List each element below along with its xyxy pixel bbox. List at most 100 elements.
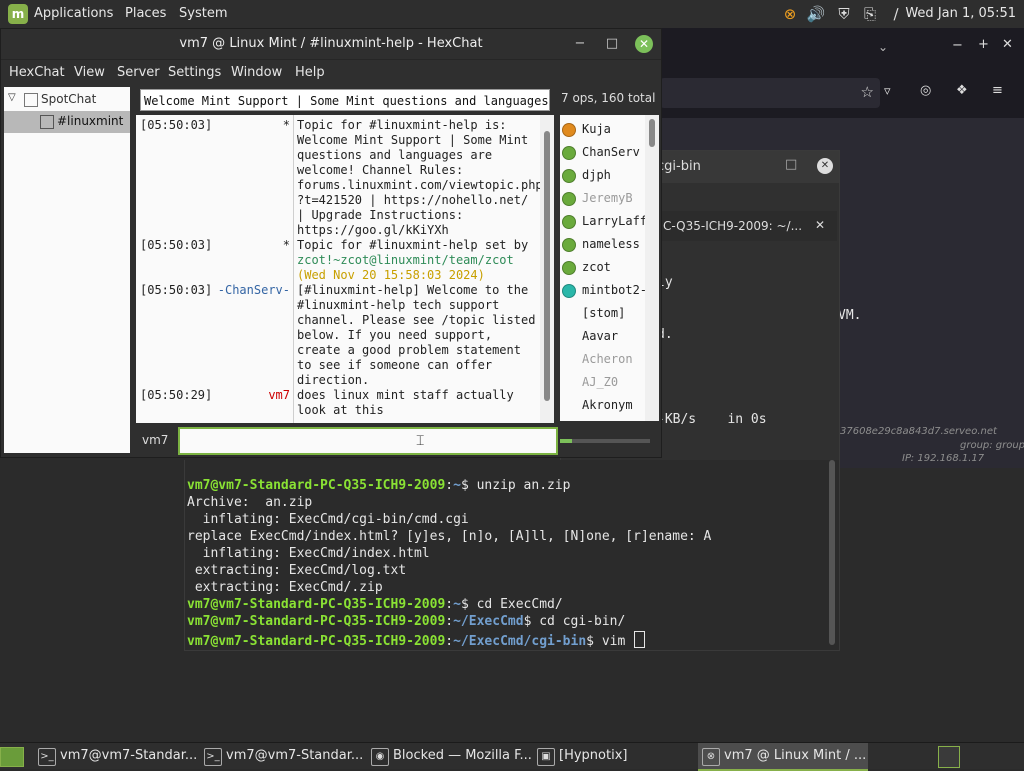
bg-text-vm: VM. — [838, 308, 862, 323]
user-status-icon — [562, 261, 576, 275]
maximize-icon[interactable]: □ — [785, 157, 797, 172]
user-list-item[interactable]: [stom] — [560, 303, 644, 325]
user-list-item[interactable]: JeremyB — [560, 188, 644, 210]
user-name: Acheron — [582, 352, 633, 366]
taskbar-item[interactable]: ▣ [Hypnotix] — [533, 743, 693, 769]
user-list-item[interactable]: mintbot2- — [560, 280, 645, 302]
taskbar-item[interactable]: ◉ Blocked — Mozilla F... — [367, 743, 532, 769]
menu-help[interactable]: Help — [295, 65, 325, 80]
user-list-item[interactable]: LarryLaff — [560, 211, 645, 233]
input-row: vm7 ⌶ — [136, 425, 656, 455]
taskbar-item-label: vm7@vm7-Standar... — [226, 748, 364, 763]
extensions-icon[interactable]: ❖ — [956, 83, 968, 98]
account-icon[interactable]: ◎ — [920, 83, 931, 98]
hexchat-menubar: HexChat View Server Settings Window Help — [1, 59, 661, 86]
workspace-switcher[interactable] — [938, 746, 960, 768]
menu-settings[interactable]: Settings — [168, 65, 221, 80]
terminal-line: extracting: ExecCmd/.zip — [187, 580, 383, 595]
terminal-line: vm7@vm7-Standard-PC-Q35-ICH9-2009:~$ cd … — [187, 597, 563, 612]
user-status-icon — [562, 146, 576, 160]
hypnotix-icon: ▣ — [537, 748, 555, 766]
menu-icon[interactable]: ≡ — [992, 83, 1003, 98]
taskbar-item[interactable]: >_ vm7@vm7-Standar... — [34, 743, 198, 769]
close-icon[interactable]: ✕ — [1002, 37, 1013, 52]
user-list-item[interactable]: Kuja — [560, 119, 644, 141]
user-list-scrollbar[interactable] — [645, 115, 659, 421]
taskbar-item-label: Blocked — Mozilla F... — [393, 748, 532, 763]
message-input[interactable] — [178, 427, 558, 455]
pocket-icon[interactable]: ▿ — [884, 84, 891, 99]
minimize-icon[interactable]: − — [952, 38, 963, 53]
tree-item-server[interactable]: ▽ SpotChat — [4, 89, 130, 111]
message-link[interactable]: zcot!~zcot@linuxmint/team/zcot — [297, 253, 514, 267]
chat-log[interactable]: [05:50:03] * Topic for #linuxmint-help i… — [136, 115, 540, 423]
close-tab-icon[interactable]: ✕ — [815, 218, 825, 232]
user-list-item[interactable]: AJ_Z0 — [560, 372, 644, 394]
clock[interactable]: Wed Jan 1, 05:51 — [905, 6, 1016, 21]
taskbar-item[interactable]: ⊗ vm7 @ Linux Mint / ... — [698, 743, 868, 771]
maximize-icon[interactable]: + — [978, 37, 989, 52]
firefox-urlbar[interactable]: ☆ — [660, 78, 880, 108]
update-warning-icon[interactable]: ⊗ — [780, 4, 800, 24]
bg-info-group: group: group1 — [960, 440, 1024, 451]
message-text: Topic for #linuxmint-help is: Welcome Mi… — [297, 118, 540, 237]
user-list-scrollbar-thumb[interactable] — [649, 119, 655, 147]
user-list-item[interactable]: Akronym — [560, 395, 644, 417]
menu-view[interactable]: View — [74, 65, 105, 80]
user-list-item[interactable]: zcot — [560, 257, 644, 279]
system-menu[interactable]: System — [179, 6, 227, 21]
tree-item-channel[interactable]: #linuxmint — [4, 111, 130, 133]
hexchat-titlebar[interactable]: vm7 @ Linux Mint / #linuxmint-help - Hex… — [1, 29, 661, 59]
terminal-line: vm7@vm7-Standard-PC-Q35-ICH9-2009:~/Exec… — [187, 614, 626, 629]
taskbar-item-label: vm7@vm7-Standar... — [60, 748, 198, 763]
expand-triangle-icon[interactable]: ▽ — [8, 92, 16, 103]
menu-server[interactable]: Server — [117, 65, 160, 80]
user-list[interactable]: Kuja ChanServ djph JeremyB LarryLaff nameless… — [560, 115, 645, 421]
terminal-icon: >_ — [204, 748, 222, 766]
tree-server-label: SpotChat — [41, 92, 97, 106]
user-status-icon — [562, 215, 576, 229]
maximize-icon[interactable]: □ — [603, 35, 621, 53]
server-icon — [24, 93, 38, 107]
volume-icon[interactable]: 🔊 — [806, 4, 826, 24]
chat-scrollbar-thumb[interactable] — [544, 131, 550, 401]
hexchat-body: ▽ SpotChat #linuxmint Welcome Mint Suppo… — [1, 85, 661, 457]
terminal-window[interactable]: vm7@vm7-Standard-PC-Q35-ICH9-2009:~$ unz… — [184, 460, 840, 651]
topic-bar[interactable]: Welcome Mint Support | Some Mint questio… — [140, 89, 550, 111]
network-icon[interactable]: ∕ — [886, 4, 906, 24]
user-name: ChanServ — [582, 145, 640, 159]
user-list-item[interactable]: anders — [560, 418, 644, 421]
nick-button[interactable]: vm7 — [142, 433, 168, 447]
minimize-icon[interactable]: − — [571, 35, 589, 53]
menu-hexchat[interactable]: HexChat — [9, 65, 65, 80]
chat-scrollbar[interactable] — [540, 115, 554, 423]
tab-list-icon[interactable]: ⌄ — [878, 40, 888, 54]
text-cursor-icon: ⌶ — [416, 433, 425, 449]
menu-window[interactable]: Window — [231, 65, 282, 80]
bookmark-star-icon[interactable]: ☆ — [861, 83, 874, 101]
taskbar-item[interactable]: >_ vm7@vm7-Standar... — [200, 743, 364, 769]
show-desktop-button[interactable] — [0, 747, 24, 767]
user-list-item[interactable]: nameless — [560, 234, 644, 256]
user-list-item[interactable]: Acheron — [560, 349, 644, 371]
user-name: mintbot2- — [582, 283, 645, 297]
user-name: Kuja — [582, 122, 611, 136]
terminal-scrollbar[interactable] — [829, 460, 835, 645]
user-list-item[interactable]: djph — [560, 165, 644, 187]
close-button[interactable]: ✕ — [635, 35, 653, 53]
firefox-icon: ◉ — [371, 748, 389, 766]
close-icon[interactable]: ✕ — [817, 158, 833, 174]
message-date: (Wed Nov 20 15:58:03 2024) — [297, 268, 485, 282]
shield-icon[interactable]: ⛨ — [834, 4, 854, 24]
background-window-title: cgi-bin — [657, 159, 701, 174]
user-list-item[interactable]: Aavar — [560, 326, 644, 348]
user-list-item[interactable]: ChanServ — [560, 142, 644, 164]
mint-logo-icon[interactable]: m — [8, 4, 28, 24]
clipboard-icon[interactable]: ⎘ — [860, 4, 880, 24]
places-menu[interactable]: Places — [125, 6, 166, 21]
applications-menu[interactable]: Applications — [34, 6, 113, 21]
background-tab[interactable]: C-Q35-ICH9-2009: ~/... ✕ — [647, 211, 837, 241]
nick-separator — [293, 115, 294, 423]
user-name: Aavar — [582, 329, 619, 343]
user-name: zcot — [582, 260, 611, 274]
